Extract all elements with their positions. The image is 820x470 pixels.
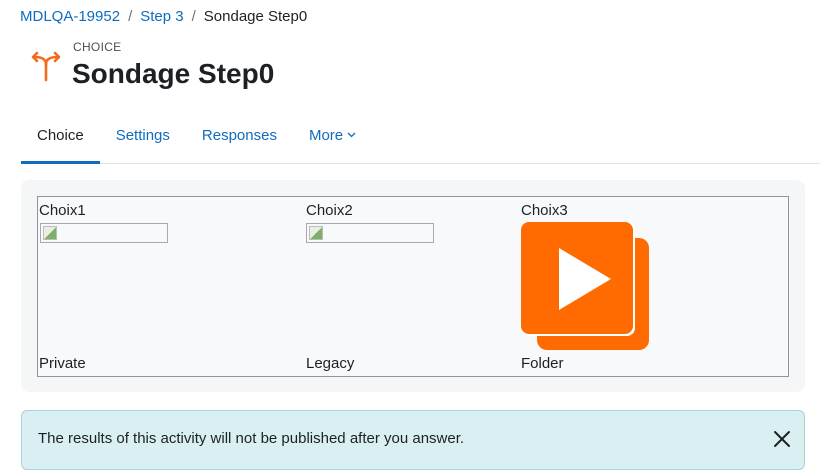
secondary-navigation: Choice Settings Responses More [21,108,820,164]
page-title: Sondage Step0 [72,58,275,89]
breadcrumb-current: Sondage Step0 [203,8,308,25]
choice-options-table: Choix1 Choix2 Choix3 Private Legacy Fold… [37,196,789,377]
tab-label: Settings [115,127,170,144]
broken-image-icon [40,223,168,243]
close-icon[interactable] [772,429,792,449]
breadcrumb-separator: / [128,8,133,25]
tab-label: More [308,127,344,144]
option-footer-2: Legacy [306,355,355,372]
module-type-label: CHOICE [73,40,122,54]
option-footer-3: Folder [521,355,564,372]
image-placeholder-icon [43,226,57,240]
image-placeholder-icon [309,226,323,240]
page-header: CHOICE Sondage Step0 [28,40,274,91]
breadcrumb: MDLQA-19952 / Step 3 / Sondage Step0 [20,8,307,26]
option-footer-1: Private [39,355,86,372]
tab-label: Responses [201,127,277,144]
choice-icon [31,51,61,82]
breadcrumb-section[interactable]: Step 3 [140,8,183,26]
tab-responses[interactable]: Responses [186,108,293,163]
option-header-2: Choix2 [306,202,353,219]
broken-image-icon [306,223,434,243]
chevron-down-icon [347,132,356,137]
tab-label: Choice [37,127,84,144]
play-folder-icon [521,222,649,350]
alert-message: The results of this activity will not be… [38,430,465,447]
tab-more[interactable]: More [293,108,372,163]
tab-settings[interactable]: Settings [100,108,186,163]
tab-choice[interactable]: Choice [21,108,100,164]
breadcrumb-course[interactable]: MDLQA-19952 [20,8,120,26]
info-alert: The results of this activity will not be… [21,410,805,470]
option-header-3: Choix3 [521,202,568,219]
breadcrumb-separator: / [191,8,196,25]
option-header-1: Choix1 [39,202,86,219]
